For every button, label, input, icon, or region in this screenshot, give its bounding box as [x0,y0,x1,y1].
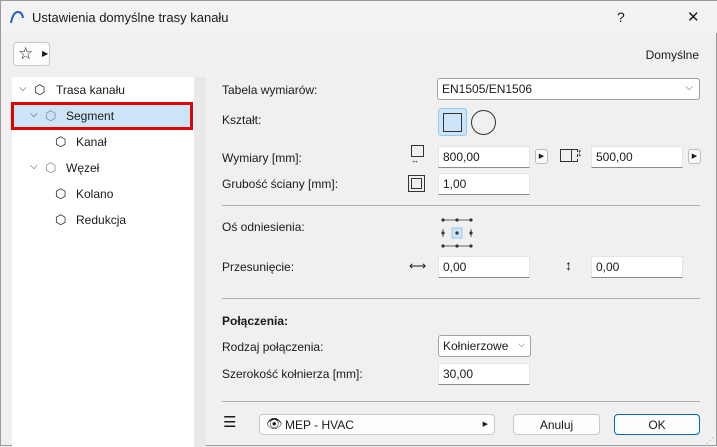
elbow-icon: ⬡ [55,186,67,201]
vertical-offset-icon: ↕ [565,257,572,273]
connection-type-value: Kołnierzowe [443,339,509,353]
height-icon: ↕ [560,147,584,163]
width-value: 800,00 [443,150,480,164]
horizontal-offset-value: 0,00 [443,260,467,274]
close-button[interactable]: ✕ [687,8,700,26]
shape-label: Kształt: [222,113,262,127]
width-icon: ↔ [411,145,425,167]
caret-right-icon: ▶ [42,49,49,58]
tree-item-redukcja[interactable]: ⬡ Redukcja [12,207,192,233]
tree-item-segment[interactable]: ⌵ ⬡ Segment [11,102,193,130]
ok-button[interactable]: OK [614,414,700,435]
tree-item-trasa-kanalu[interactable]: ⌵ ⬡ Trasa kanału [12,77,192,103]
horizontal-offset-input[interactable]: 0,00 [438,256,530,278]
segment-icon: ⬡ [45,108,57,123]
splitter[interactable] [194,77,206,447]
chevron-down-icon[interactable]: ⌵ [30,109,38,120]
height-value: 500,00 [596,150,633,164]
size-table-label: Tabela wymiarów: [222,83,318,97]
chevron-down-icon: ⌵ [685,82,693,93]
settings-tree: ⌵ ⬡ Trasa kanału ⌵ ⬡ Segment ⬡ Kanał ⌵ ⬡… [11,77,194,447]
help-button[interactable]: ? [617,9,625,25]
resize-grip-icon[interactable]: ⋰ [706,436,714,445]
square-icon [443,113,462,132]
caret-right-icon: ▶ [482,421,488,428]
wall-thickness-icon [408,175,425,192]
connection-type-select[interactable]: Kołnierzowe ⌵ [438,335,531,357]
height-arrow-button[interactable]: ▶ [688,149,701,164]
tree-item-wezel[interactable]: ⌵ ⬡ Węzeł [12,155,192,181]
size-table-select[interactable]: EN1505/EN1506 ⌵ [437,78,700,100]
tree-item-label: Kanał [76,135,107,149]
wall-thickness-input[interactable]: 1,00 [438,173,530,195]
size-table-value: EN1505/EN1506 [442,82,533,96]
tree-item-label: Węzeł [66,161,100,175]
layer-value: MEP - HVAC [285,418,354,432]
width-arrow-button[interactable]: ▶ [535,149,548,164]
flange-width-value: 30,00 [443,367,474,381]
shape-rectangular-button[interactable] [438,108,467,136]
divider [222,205,700,206]
duct-route-icon: ⬡ [34,82,46,97]
horizontal-offset-icon: ⟷ [409,259,427,273]
eye-icon[interactable]: 👁 [266,416,283,432]
chevron-down-icon[interactable]: ⌵ [19,83,27,94]
layers-icon: ☰ [223,414,237,431]
star-icon: ☆ [18,44,34,63]
dialog-title: Ustawienia domyślne trasy kanału [32,10,229,25]
divider [222,298,700,299]
favorites-button[interactable]: ☆ ▶ [13,42,50,66]
vertical-offset-value: 0,00 [596,260,620,274]
height-input[interactable]: 500,00 [591,146,683,168]
divider [222,401,700,402]
chevron-down-icon: ⌵ [518,339,525,349]
duct-icon: ⬡ [55,134,67,149]
reference-axis-picker[interactable] [440,217,474,249]
preset-name: Domyślne [645,48,699,62]
tree-item-label: Kolano [76,187,114,201]
tree-item-label: Redukcja [76,213,127,227]
vertical-offset-input[interactable]: 0,00 [591,256,683,278]
app-logo-icon [10,10,24,24]
chevron-down-icon[interactable]: ⌵ [30,161,38,172]
tree-item-label: Segment [66,109,115,123]
reducer-icon: ⬡ [55,212,67,227]
dialog-window: Ustawienia domyślne trasy kanału ? ✕ ☆ ▶… [0,0,717,447]
connection-type-label: Rodzaj połączenia: [222,340,324,354]
wall-thickness-label: Grubość ściany [mm]: [222,177,339,191]
offset-label: Przesunięcie: [222,260,295,274]
flange-width-label: Szerokość kołnierza [mm]: [222,367,363,381]
shape-circular-button[interactable] [471,110,496,135]
dimensions-label: Wymiary [mm]: [222,151,302,165]
cancel-button[interactable]: Anuluj [513,414,600,435]
wall-thickness-value: 1,00 [443,177,467,191]
reference-axis-label: Oś odniesienia: [222,220,305,234]
connections-heading: Połączenia: [222,314,289,328]
node-icon: ⬡ [45,160,57,175]
width-input[interactable]: 800,00 [438,146,530,168]
tree-item-kanal[interactable]: ⬡ Kanał [12,129,192,155]
tree-item-kolano[interactable]: ⬡ Kolano [12,181,192,207]
flange-width-input[interactable]: 30,00 [438,363,530,385]
layer-select[interactable]: 👁 MEP - HVAC ▶ [259,414,495,435]
tree-item-label: Trasa kanału [56,83,125,97]
title-bar: Ustawienia domyślne trasy kanału ? ✕ [1,1,717,33]
